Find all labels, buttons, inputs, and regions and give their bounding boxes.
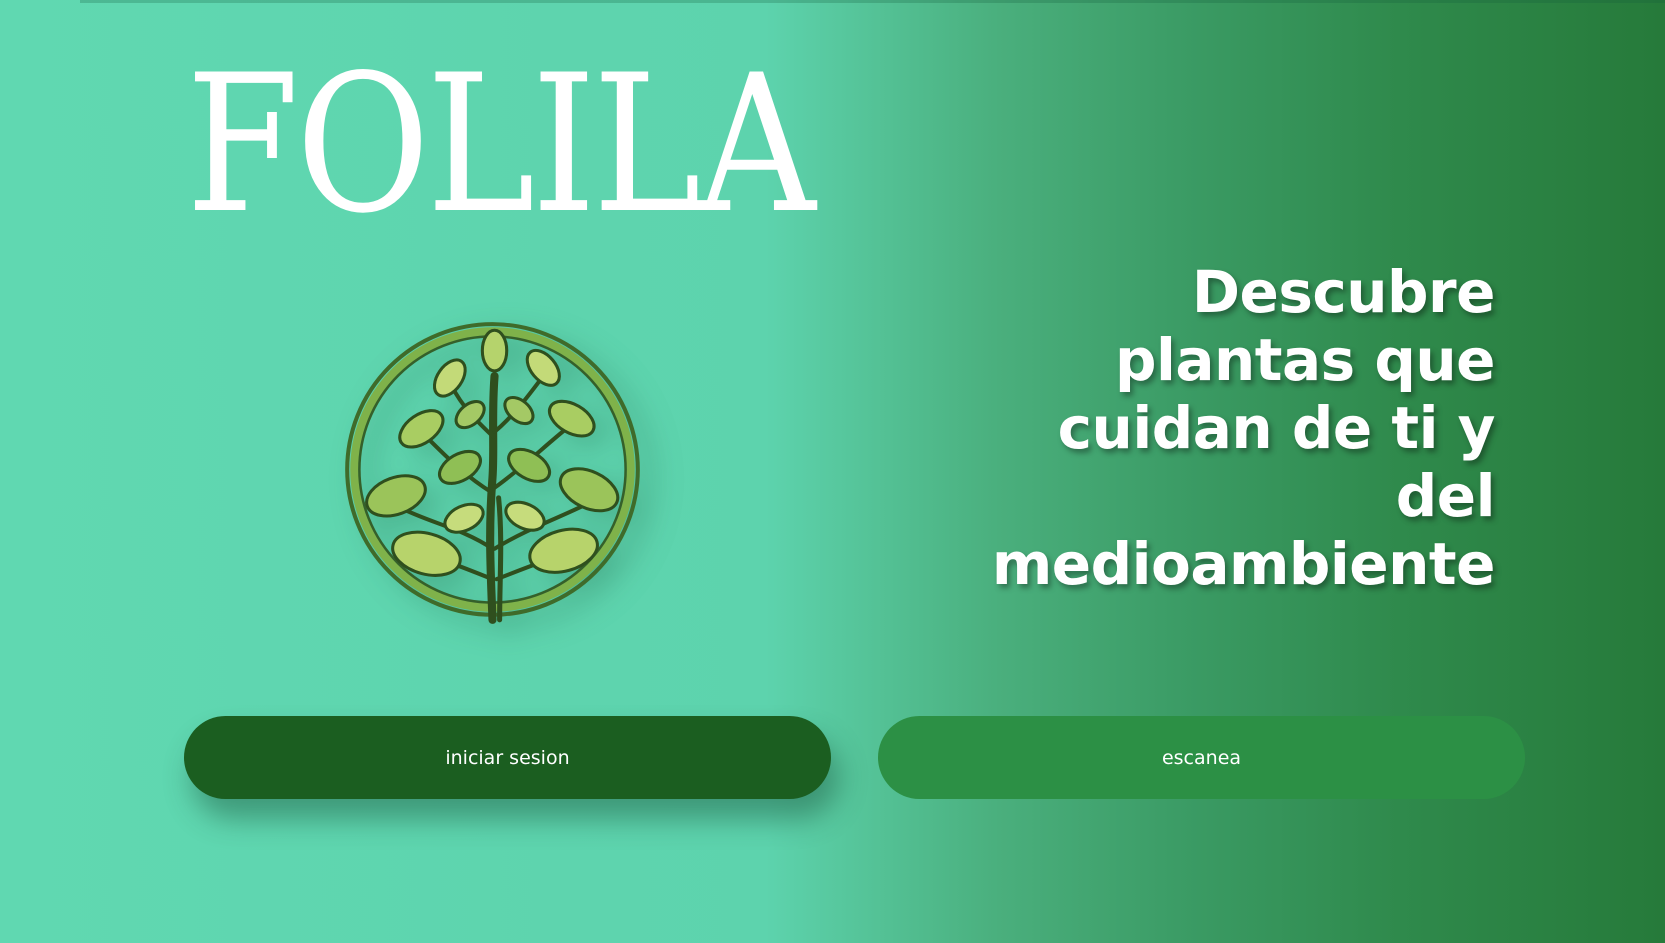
scan-button[interactable]: escanea xyxy=(878,716,1525,799)
tagline-line: cuidan de ti y xyxy=(1057,394,1496,462)
tagline-line: medioambiente xyxy=(991,530,1496,598)
top-divider xyxy=(80,0,1665,3)
tagline-line: Descubre xyxy=(1191,258,1496,326)
hero-tagline: Descubre plantas que cuidan de ti y del … xyxy=(875,258,1496,598)
brand-title: FOLILA xyxy=(186,34,816,255)
tagline-line: del xyxy=(1395,462,1496,530)
tagline-line: plantas que xyxy=(1114,326,1496,394)
login-button[interactable]: iniciar sesion xyxy=(184,716,831,799)
plant-tree-emblem-icon xyxy=(340,315,645,630)
